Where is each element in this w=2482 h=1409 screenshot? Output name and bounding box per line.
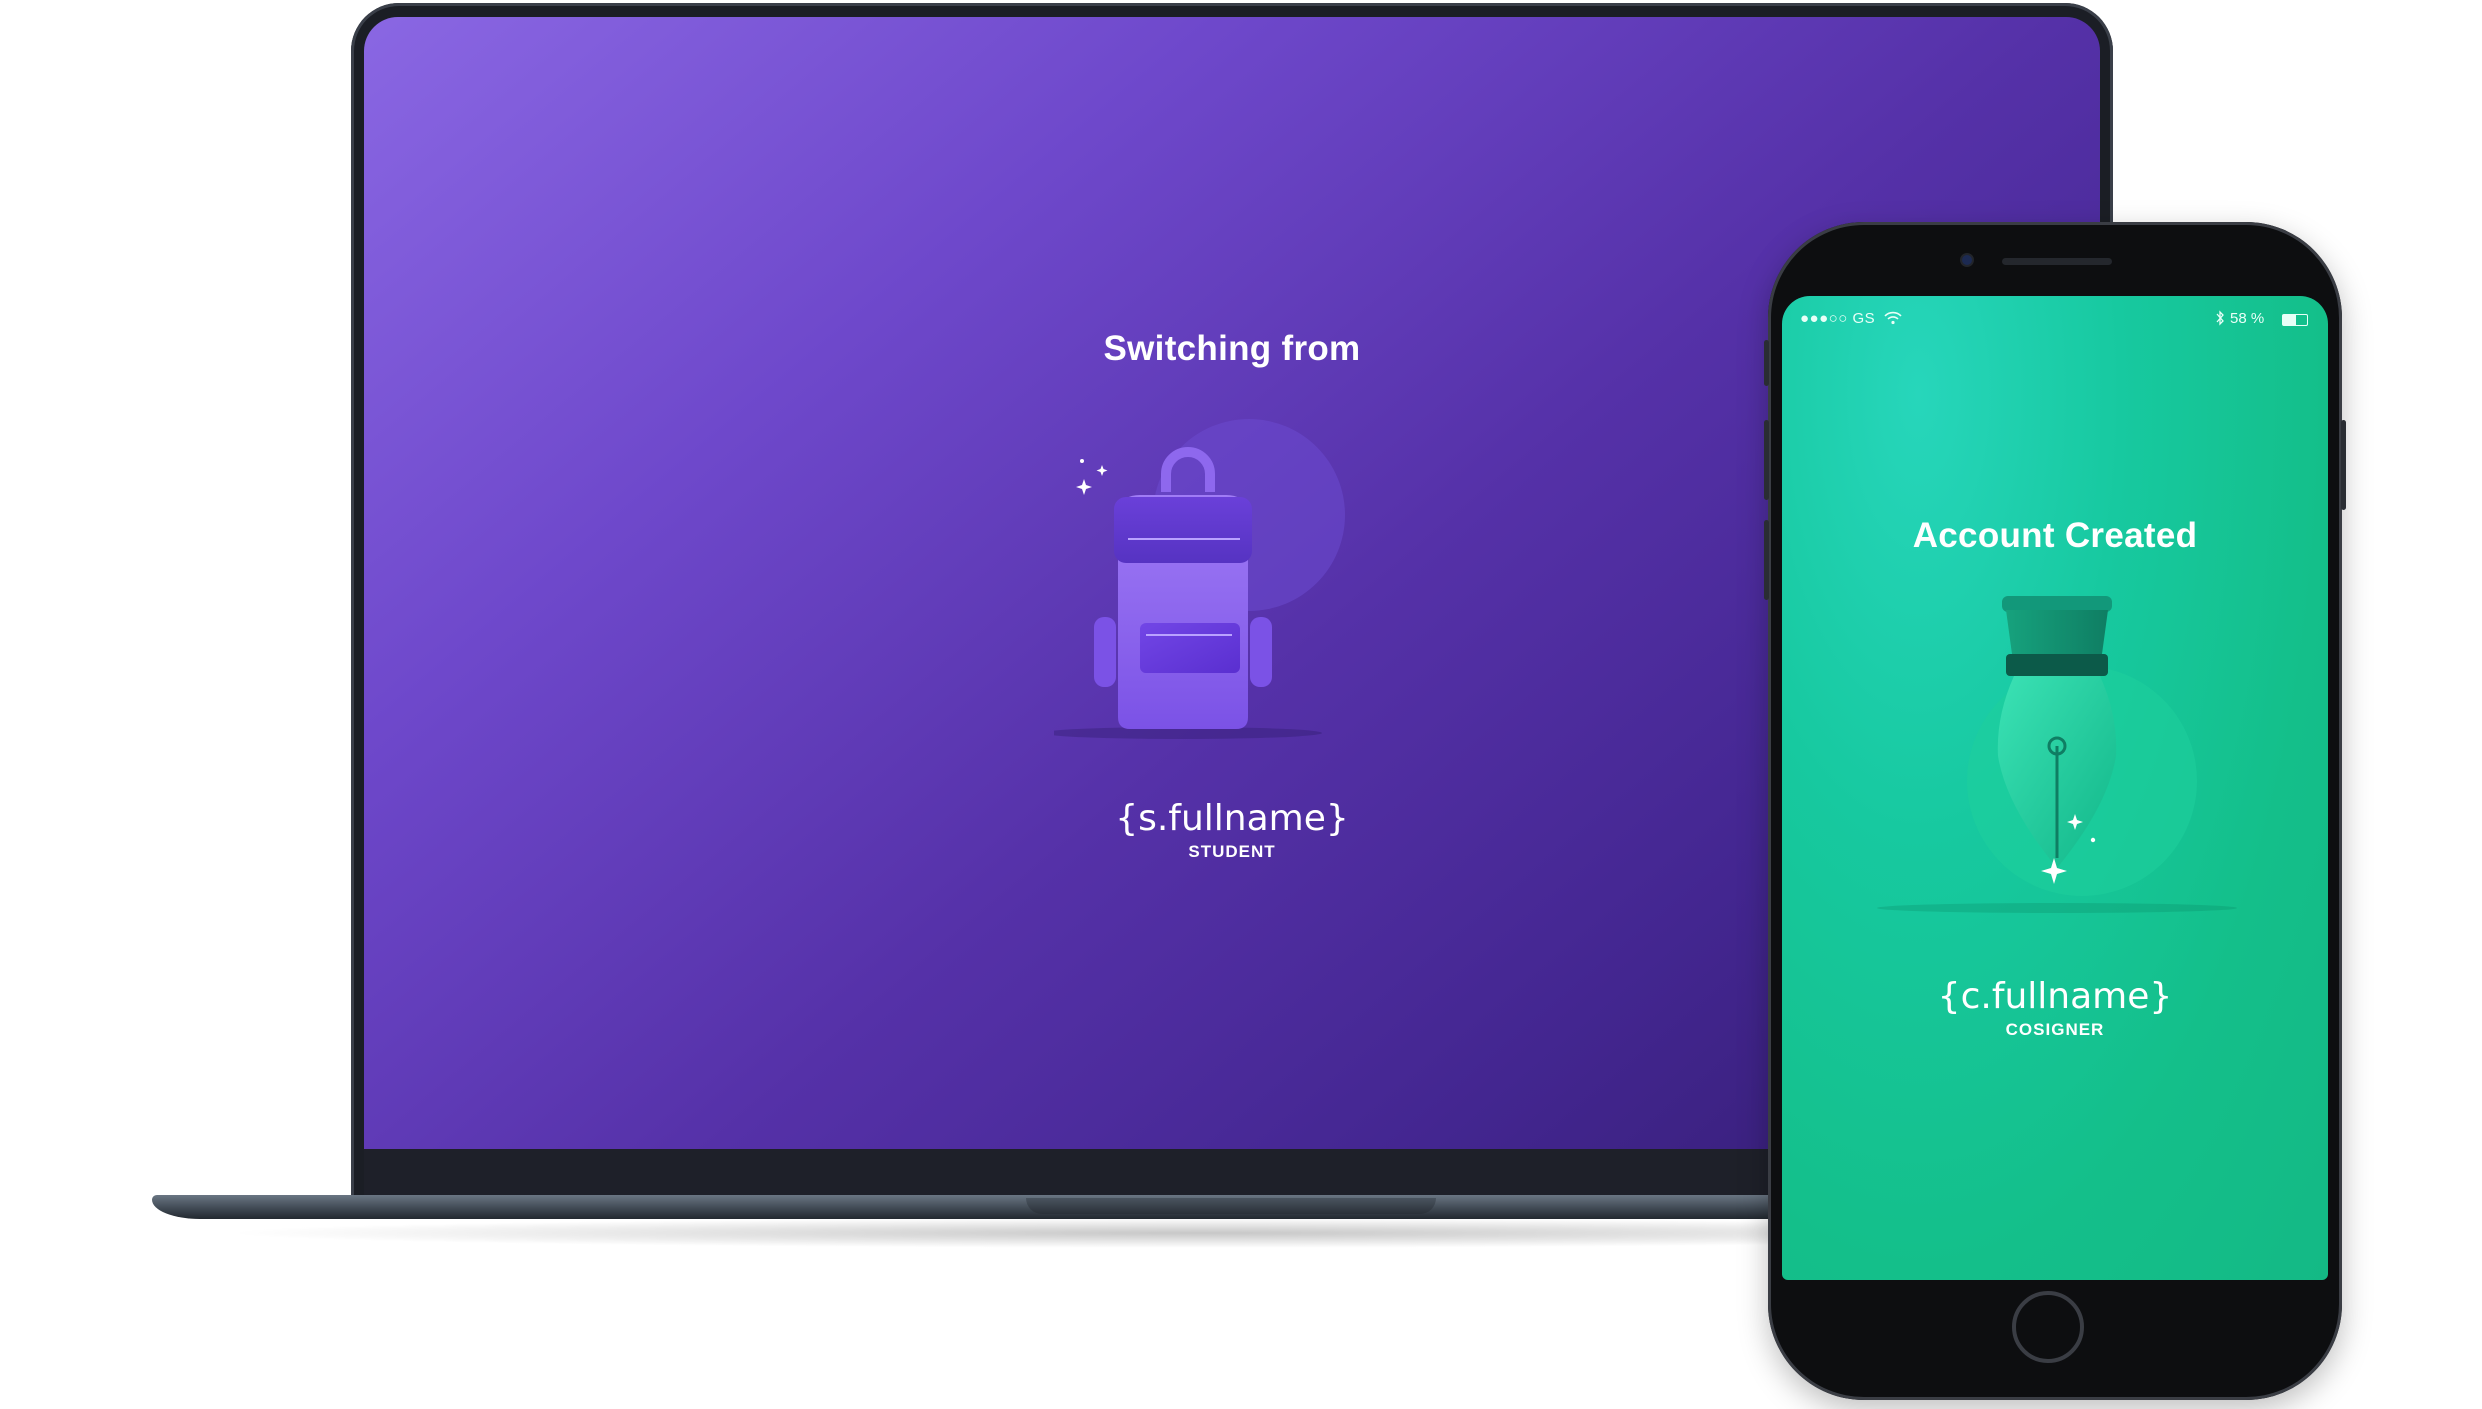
battery-percent: 58 % <box>2230 310 2265 327</box>
battery-icon <box>2282 314 2308 326</box>
backpack-icon <box>1054 419 1345 739</box>
bluetooth-icon <box>2216 310 2224 326</box>
account-created-title: Account Created <box>1912 516 2198 555</box>
cosigner-role-label: COSIGNER <box>2005 1020 2105 1039</box>
status-carrier: ●●●○○ GS <box>1800 310 1876 327</box>
home-button[interactable] <box>2012 1291 2084 1363</box>
phone-power-button[interactable] <box>2341 420 2346 510</box>
phone-volume-up-button[interactable] <box>1764 420 1769 500</box>
wifi-icon <box>1884 311 1902 325</box>
phone-screen: ●●●○○ GS 58 % Account Created {c.fullnam… <box>1782 296 2328 1280</box>
cosigner-name: {c.fullname} <box>1937 976 2173 1017</box>
laptop-hinge-notch <box>1026 1198 1436 1214</box>
phone-volume-down-button[interactable] <box>1764 520 1769 600</box>
fountain-pen-icon <box>1877 596 2237 913</box>
front-camera <box>1962 255 1972 265</box>
phone-mute-switch[interactable] <box>1764 340 1769 386</box>
earpiece-speaker <box>2002 258 2112 265</box>
